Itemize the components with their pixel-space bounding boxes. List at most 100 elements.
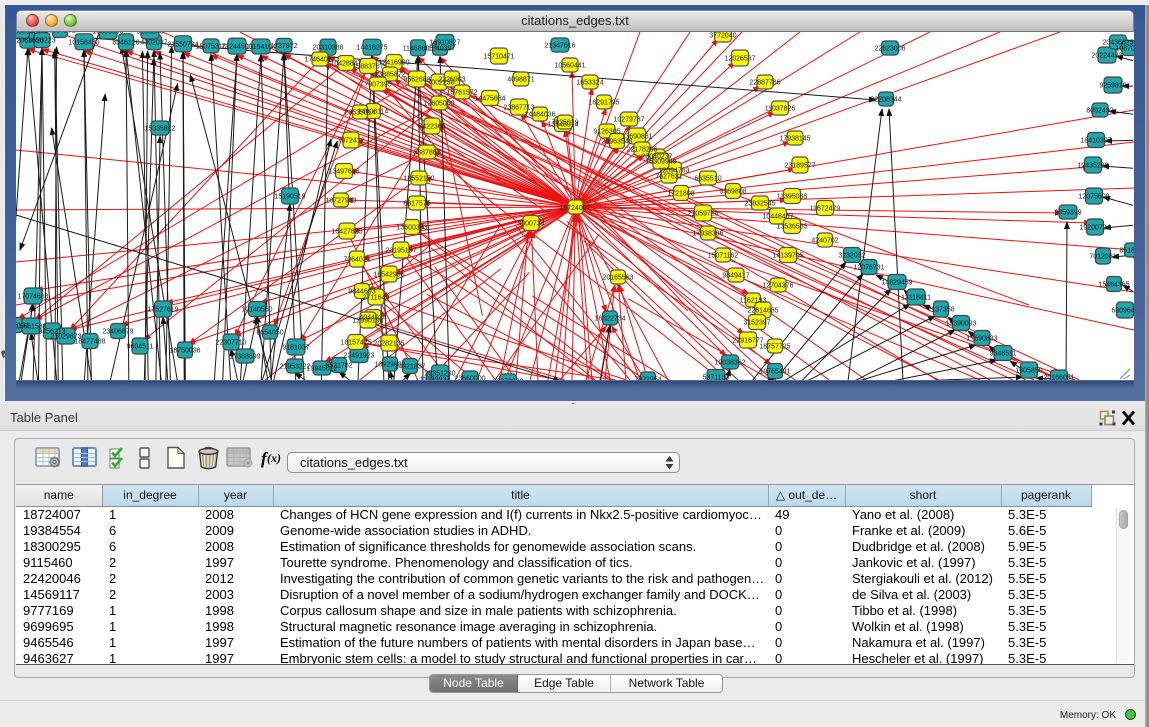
svg-text:12075608: 12075608	[1078, 194, 1109, 201]
svg-text:16291795: 16291795	[588, 100, 619, 107]
svg-text:13536585: 13536585	[776, 224, 807, 231]
svg-text:1737872: 1737872	[270, 43, 297, 50]
svg-text:10158480: 10158480	[68, 39, 99, 46]
svg-text:9604511: 9604511	[127, 344, 154, 351]
svg-text:15710471: 15710471	[483, 54, 514, 61]
svg-text:13497646: 13497646	[328, 169, 359, 176]
svg-text:19765491: 19765491	[759, 369, 790, 376]
svg-text:18477488: 18477488	[74, 339, 105, 346]
svg-text:11037826: 11037826	[765, 106, 796, 113]
svg-text:18727933: 18727933	[325, 198, 356, 205]
svg-text:20165563: 20165563	[602, 275, 633, 282]
svg-text:21347616: 21347616	[544, 43, 575, 50]
svg-text:12605000: 12605000	[423, 101, 454, 108]
svg-text:19038362: 19038362	[714, 360, 745, 367]
svg-text:10870621: 10870621	[1115, 46, 1146, 53]
svg-text:14484036: 14484036	[524, 112, 555, 119]
svg-text:14139705: 14139705	[772, 253, 803, 260]
svg-text:17938145: 17938145	[779, 136, 810, 143]
svg-text:2711649: 2711649	[363, 295, 390, 302]
svg-text:19200724: 19200724	[1079, 225, 1110, 232]
svg-text:10560441: 10560441	[554, 63, 585, 70]
svg-text:8518005: 8518005	[1119, 248, 1146, 255]
svg-text:7627631: 7627631	[655, 174, 682, 181]
svg-text:1605850: 1605850	[1015, 368, 1042, 375]
svg-text:22307710: 22307710	[215, 340, 246, 347]
svg-text:13690861: 13690861	[621, 134, 652, 141]
svg-text:15190519: 15190519	[274, 194, 305, 201]
svg-text:6521782: 6521782	[325, 363, 352, 370]
svg-text:(x): (x)	[267, 451, 281, 465]
svg-text:21059728: 21059728	[687, 211, 718, 218]
svg-text:18750036: 18750036	[169, 348, 200, 355]
svg-text:23195157: 23195157	[385, 248, 416, 255]
svg-text:9106848: 9106848	[136, 29, 163, 36]
svg-text:9259810: 9259810	[1099, 83, 1126, 90]
svg-text:22491923: 22491923	[343, 353, 374, 360]
svg-text:12026537: 12026537	[724, 56, 755, 63]
svg-text:10140560: 10140560	[241, 307, 272, 314]
svg-text:22614685: 22614685	[747, 308, 778, 315]
svg-text:23867713: 23867713	[503, 105, 534, 112]
svg-text:4098871: 4098871	[507, 77, 534, 84]
svg-text:17527619: 17527619	[147, 307, 178, 314]
svg-text:19390093: 19390093	[945, 321, 976, 328]
svg-text:10279787: 10279787	[613, 117, 644, 124]
svg-text:10427825: 10427825	[331, 229, 362, 236]
svg-text:13064171: 13064171	[44, 28, 75, 35]
svg-text:12704376: 12704376	[762, 283, 793, 290]
svg-text:11840397: 11840397	[425, 46, 456, 53]
svg-text:18757725: 18757725	[759, 344, 790, 351]
svg-text:7935019: 7935019	[551, 120, 578, 127]
svg-text:13118411: 13118411	[901, 295, 931, 302]
svg-text:18724007: 18724007	[559, 205, 590, 212]
svg-text:23406879: 23406879	[102, 329, 133, 336]
svg-text:5387865: 5387865	[413, 150, 440, 157]
svg-text:10448457: 10448457	[762, 214, 793, 221]
svg-text:6635510: 6635510	[694, 176, 721, 183]
svg-text:3000734: 3000734	[517, 221, 544, 228]
svg-text:18410307: 18410307	[1080, 138, 1111, 145]
svg-text:9126305: 9126305	[593, 129, 620, 136]
svg-text:17074688: 17074688	[17, 294, 48, 301]
svg-text:7422368: 7422368	[418, 124, 445, 131]
svg-text:8654050: 8654050	[256, 330, 283, 337]
svg-text:22623006: 22623006	[874, 46, 905, 53]
svg-text:7137358: 7137358	[927, 307, 954, 314]
svg-text:6817575: 6817575	[403, 201, 430, 208]
svg-text:14829459: 14829459	[881, 280, 912, 287]
svg-text:21550734: 21550734	[167, 41, 198, 48]
svg-text:9181037: 9181037	[282, 345, 309, 352]
svg-text:9359399: 9359399	[1054, 210, 1081, 217]
svg-text:15761572: 15761572	[446, 90, 477, 97]
svg-text:8946120: 8946120	[112, 39, 139, 46]
svg-text:17690833: 17690833	[966, 336, 997, 343]
svg-text:15071162: 15071162	[708, 253, 739, 260]
svg-text:23535014: 23535014	[344, 110, 375, 117]
svg-text:22178206: 22178206	[626, 147, 657, 154]
svg-text:8620223: 8620223	[28, 38, 55, 45]
svg-text:22887786: 22887786	[749, 80, 780, 87]
svg-text:7012081: 7012081	[1089, 254, 1116, 261]
svg-text:11395088: 11395088	[777, 194, 808, 201]
svg-text:9369808: 9369808	[719, 189, 746, 196]
svg-text:23189577: 23189577	[784, 163, 815, 170]
svg-text:18552150: 18552150	[403, 176, 434, 183]
svg-text:20282135: 20282135	[373, 341, 404, 348]
svg-text:16322734: 16322734	[594, 316, 625, 323]
svg-text:12416980: 12416980	[378, 60, 409, 67]
svg-text:1653324: 1653324	[576, 80, 603, 87]
svg-text:4302037: 4302037	[140, 40, 167, 47]
svg-text:9348511: 9348511	[990, 351, 1017, 358]
svg-text:15309949: 15309949	[645, 159, 676, 166]
svg-text:17388699: 17388699	[229, 354, 260, 361]
svg-text:11672479: 11672479	[810, 206, 841, 213]
svg-text:10435289: 10435289	[1077, 163, 1108, 170]
svg-text:12076731: 12076731	[853, 265, 884, 272]
svg-text:1162193: 1162193	[740, 298, 767, 305]
svg-text:3772040: 3772040	[709, 33, 736, 40]
svg-text:14475684: 14475684	[474, 96, 505, 103]
svg-text:7907395: 7907395	[364, 82, 391, 89]
svg-text:13910827: 13910827	[429, 40, 460, 47]
svg-text:13600363: 13600363	[396, 225, 427, 232]
